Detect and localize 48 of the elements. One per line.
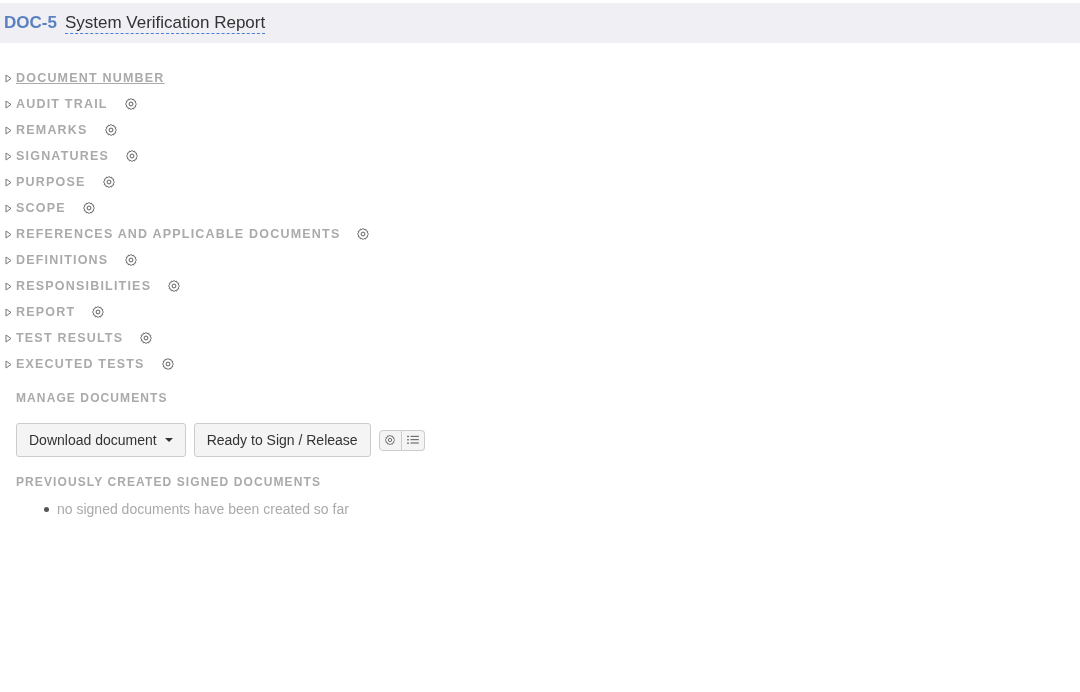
settings-icon[interactable] [160,357,175,371]
settings-icon[interactable] [139,331,154,345]
section-title[interactable]: EXECUTED TESTS [16,354,145,374]
document-id: DOC-5 [4,12,57,35]
section-title[interactable]: AUDIT TRAIL [16,94,108,114]
expand-triangle-icon[interactable] [5,359,12,369]
expand-triangle-icon[interactable] [5,99,12,109]
settings-icon[interactable] [91,305,106,319]
section-title[interactable]: PURPOSE [16,172,86,192]
section-title[interactable]: RESPONSIBILITIES [16,276,152,296]
section-title[interactable]: REPORT [16,302,76,322]
download-dropdown-button[interactable]: Download document [16,423,186,457]
settings-icon [384,434,397,446]
expand-triangle-icon[interactable] [5,73,12,83]
caret-icon [164,437,173,443]
expand-triangle-icon[interactable] [5,307,12,317]
settings-icon[interactable] [123,97,138,111]
document-title[interactable]: System Verification Report [64,11,266,35]
expand-triangle-icon[interactable] [5,125,12,135]
settings-icon[interactable] [124,253,139,267]
section-title[interactable]: TEST RESULTS [16,328,124,348]
section-title[interactable]: REFERENCES AND APPLICABLE DOCUMENTS [16,224,341,244]
expand-triangle-icon[interactable] [5,333,12,343]
section-title[interactable]: SCOPE [16,198,66,218]
settings-icon[interactable] [356,227,371,241]
settings-icon[interactable] [125,149,140,163]
section-title[interactable]: DEFINITIONS [16,250,109,270]
expand-triangle-icon[interactable] [5,255,12,265]
expand-triangle-icon[interactable] [5,229,12,239]
settings-button[interactable] [378,429,402,451]
release-button[interactable]: Ready to Sign / Release [193,423,371,457]
expand-triangle-icon[interactable] [5,203,12,213]
section-heading: PREVIOUSLY CREATED SIGNED DOCUMENTS [16,474,322,491]
settings-icon[interactable] [81,201,96,215]
settings-icon[interactable] [101,175,116,189]
section-title[interactable]: DOCUMENT NUMBER [16,68,165,88]
empty-list-message: no signed documents have been created so far [57,500,349,519]
list-icon [406,435,419,445]
list-button[interactable] [401,429,425,451]
expand-triangle-icon[interactable] [5,177,12,187]
section-heading: MANAGE DOCUMENTS [16,390,169,407]
bullet-icon [44,507,49,512]
section-title[interactable]: REMARKS [16,120,88,140]
settings-icon[interactable] [103,123,118,137]
expand-triangle-icon[interactable] [5,281,12,291]
expand-triangle-icon[interactable] [5,151,12,161]
settings-icon[interactable] [167,279,182,293]
section-title[interactable]: SIGNATURES [16,146,110,166]
